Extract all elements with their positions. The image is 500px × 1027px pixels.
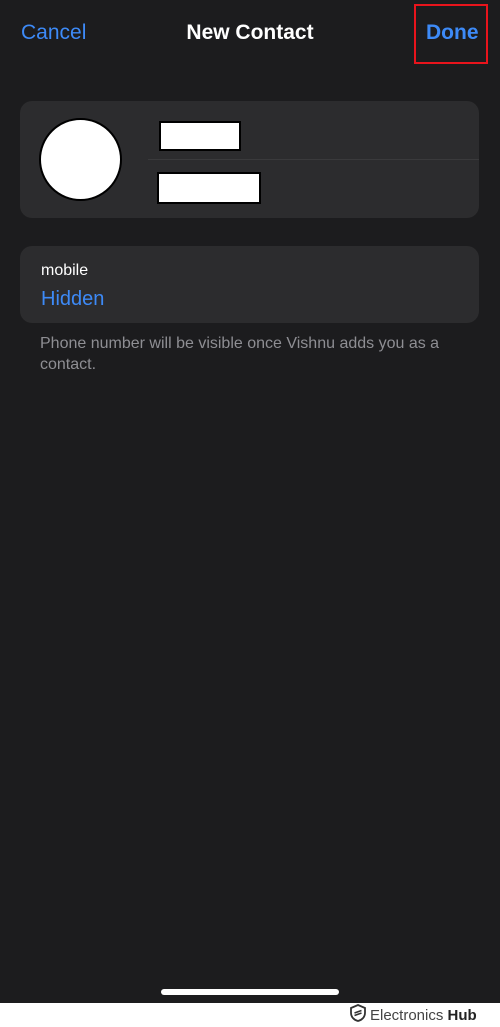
watermark-text: Electronics Hub	[370, 1007, 477, 1024]
home-indicator[interactable]	[161, 989, 339, 995]
watermark: Electronics Hub	[350, 1003, 477, 1027]
avatar[interactable]	[39, 118, 122, 201]
phone-value: Hidden	[41, 288, 105, 310]
last-name-field[interactable]	[157, 172, 261, 204]
name-field-divider	[148, 159, 479, 160]
watermark-brand-light: Electronics	[370, 1006, 444, 1024]
phone-screen: Cancel New Contact Done mobile Hidden Ph…	[0, 0, 500, 1003]
shield-logo-icon	[350, 1003, 366, 1027]
phone-number-row[interactable]: mobile Hidden	[20, 246, 479, 323]
first-name-field[interactable]	[159, 121, 241, 151]
done-button[interactable]: Done	[426, 21, 479, 45]
phone-visibility-note: Phone number will be visible once Vishnu…	[40, 335, 440, 373]
navigation-bar: Cancel New Contact Done	[0, 0, 500, 68]
phone-label: mobile	[41, 262, 89, 279]
contact-name-card	[20, 101, 479, 218]
watermark-brand-bold: Hub	[447, 1006, 477, 1024]
